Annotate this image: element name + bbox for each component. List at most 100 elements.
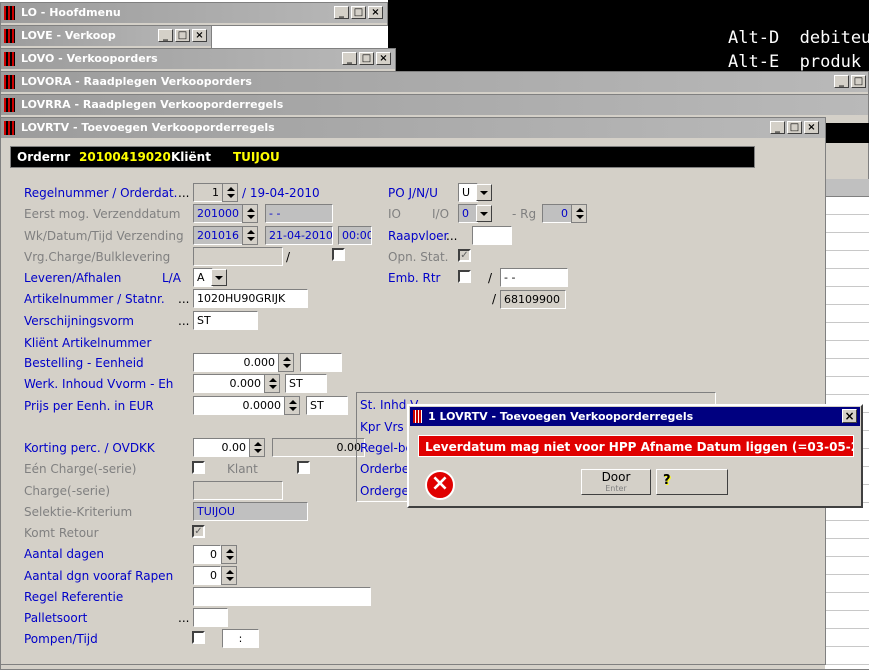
po-dropdown-icon[interactable] <box>476 184 492 201</box>
window-title: LOVE - Verkoop <box>21 29 116 42</box>
dialog-titlebar: 1 LOVRTV - Toevoegen Verkooporderregels … <box>410 407 860 426</box>
rg-field: 0 <box>542 204 572 223</box>
een-charge-label: Eén Charge(-serie) <box>24 462 137 476</box>
prijs-eh-field[interactable]: ST <box>306 396 348 415</box>
pompen-checkbox[interactable] <box>192 631 205 644</box>
prijs-label: Prijs per Eenh. in EUR <box>24 399 154 413</box>
werk-inhoud-field[interactable]: 0.000 <box>193 374 265 393</box>
wk-field: 201016 <box>193 226 243 245</box>
aantal-dagen-spinner[interactable] <box>221 545 237 564</box>
prijs-spinner[interactable] <box>284 396 300 415</box>
dots: ... <box>178 292 190 306</box>
prijs-field[interactable]: 0.0000 <box>193 396 285 415</box>
korting-field[interactable]: 0.00 <box>193 438 250 457</box>
leveren-dropdown-icon[interactable] <box>211 269 227 286</box>
window-verkoop[interactable]: LOVE - Verkoop _ □ × <box>0 25 212 49</box>
ordernr-label: Ordernr <box>17 150 71 164</box>
bestelling-spinner[interactable] <box>278 353 294 372</box>
order-header: Ordernr 20100419020 Kliënt TUIJOU <box>10 146 755 168</box>
komt-retour-checkbox: ✓ <box>192 525 205 538</box>
close-icon[interactable]: × <box>376 52 391 65</box>
close-icon[interactable]: × <box>192 29 207 42</box>
eenheid-field[interactable] <box>300 353 342 372</box>
slash: / <box>492 292 497 306</box>
minimize-icon[interactable]: _ <box>770 121 785 134</box>
maximize-icon[interactable]: □ <box>359 52 374 65</box>
window-title: LOVRTV - Toevoegen Verkooporderregels <box>21 121 275 134</box>
vrg-charge-label: Vrg.Charge/Bulklevering <box>24 250 171 264</box>
window-title: LO - Hoofdmenu <box>21 6 121 19</box>
palletsoort-field[interactable] <box>193 608 228 627</box>
maximize-icon[interactable]: □ <box>787 121 802 134</box>
regel-referentie-label: Regel Referentie <box>24 590 124 604</box>
close-icon[interactable]: × <box>804 121 819 134</box>
aantal-dagen-field[interactable]: 0 <box>193 545 221 564</box>
orderdatum: / 19-04-2010 <box>242 186 320 200</box>
po-label: PO J/N/U <box>388 186 438 200</box>
eerst-mog-label: Eerst mog. Verzenddatum <box>24 207 181 221</box>
minimize-icon[interactable]: _ <box>334 6 349 19</box>
shortcut-line-d: Alt-D debiteu <box>728 28 869 48</box>
charge-serie-label: Charge(-serie) <box>24 484 111 498</box>
maximize-icon[interactable]: □ <box>851 75 866 88</box>
window-hoofdmenu[interactable]: LO - Hoofdmenu _ □ × <box>0 2 388 26</box>
klant-checkbox[interactable] <box>297 461 310 474</box>
shortcut-line-e: Alt-E produk <box>728 52 862 72</box>
klant-artikel-label: Kliënt Artikelnummer <box>24 336 152 350</box>
aantal-rapen-spinner[interactable] <box>221 566 237 585</box>
regelnummer-field[interactable]: 1 <box>193 183 223 202</box>
maximize-icon[interactable]: □ <box>351 6 366 19</box>
window-raadplegen[interactable]: LOVORA - Raadplegen Verkooporders _ □ <box>0 71 869 95</box>
window-title: LOVORA - Raadplegen Verkooporders <box>21 75 252 88</box>
maximize-icon[interactable]: □ <box>175 29 190 42</box>
eerst-wk-spinner <box>242 204 258 223</box>
error-message: Leverdatum mag niet voor HPP Afname Datu… <box>418 435 854 457</box>
regelnummer-spinner[interactable] <box>222 183 238 202</box>
ovdkk-field: 0.00 <box>272 438 365 457</box>
minimize-icon[interactable]: _ <box>342 52 357 65</box>
palletsoort-label: Palletsoort <box>24 611 88 625</box>
window-verkooporders[interactable]: LOVO - Verkooporders _ □ × <box>0 48 396 72</box>
dots: ... <box>178 186 190 200</box>
app-icon <box>4 75 15 89</box>
rg-label: - Rg <box>512 207 537 221</box>
orderbe-label: Orderbe <box>360 462 410 476</box>
slash: / <box>286 250 291 264</box>
pompen-tijd-field[interactable]: : <box>222 629 259 648</box>
verschijningsvorm-field[interactable]: ST <box>193 311 258 330</box>
error-dialog[interactable]: 1 LOVRTV - Toevoegen Verkooporderregels … <box>407 404 863 508</box>
artikelnummer-field[interactable]: 1020HU90GRIJK <box>193 289 308 308</box>
werk-eh-field[interactable]: ST <box>285 374 327 393</box>
selektie-field: TUIJOU <box>193 502 308 521</box>
bestelling-label: Bestelling - Eenheid <box>24 356 144 370</box>
tijd-field: 00:00 <box>338 226 372 245</box>
close-icon[interactable]: × <box>368 6 383 19</box>
minimize-icon[interactable]: _ <box>158 29 173 42</box>
emb-date-field[interactable]: - - <box>500 268 568 287</box>
een-charge-checkbox[interactable] <box>192 461 205 474</box>
minimize-icon[interactable]: _ <box>834 75 849 88</box>
datum-field: 21-04-2010 <box>265 226 333 245</box>
verschijning-label: Verschijningsvorm <box>24 314 134 328</box>
leveren-label: Leveren/Afhalen <box>24 271 122 285</box>
eerst-date-field: - - <box>265 204 333 223</box>
raapvloer-field[interactable] <box>472 226 512 245</box>
door-shortcut: Enter <box>605 484 627 493</box>
komt-retour-label: Komt Retour <box>24 526 99 540</box>
korting-spinner[interactable] <box>249 438 265 457</box>
bestelling-field[interactable]: 0.000 <box>193 353 279 372</box>
emb-rtr-checkbox[interactable] <box>458 270 471 283</box>
help-button[interactable]: ? <box>656 469 728 495</box>
po-select[interactable]: U <box>458 183 478 202</box>
leveren-select[interactable]: A <box>193 268 213 287</box>
bulklevering-checkbox[interactable] <box>332 248 345 261</box>
regel-referentie-field[interactable] <box>193 587 371 606</box>
door-button[interactable]: Door Enter <box>581 469 651 495</box>
werk-inhoud-spinner[interactable] <box>264 374 280 393</box>
close-icon[interactable]: × <box>842 409 857 423</box>
aantal-rapen-field[interactable]: 0 <box>193 566 221 585</box>
selektie-label: Selektie-Kriterium <box>24 505 133 519</box>
wk-datum-label: Wk/Datum/Tijd Verzending <box>24 229 184 243</box>
app-icon <box>4 29 15 43</box>
door-label: Door <box>601 470 631 484</box>
